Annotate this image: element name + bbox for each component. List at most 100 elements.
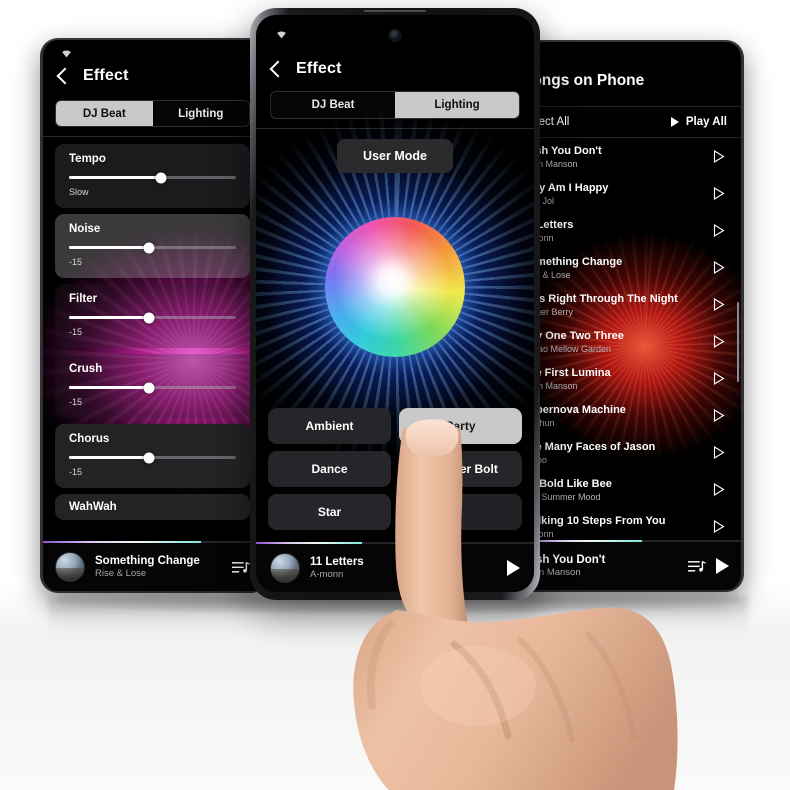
left-app-header: Effect <box>43 56 262 96</box>
song-title: Kiss Right Through The Night <box>522 292 678 305</box>
effect-value: Slow <box>69 187 89 197</box>
tab-lighting[interactable]: Lighting <box>153 101 250 126</box>
effect-label: Noise <box>69 223 101 235</box>
right-player-bar: Wish You Don't Ryan Manson <box>516 540 741 590</box>
tendon-shade <box>517 637 575 743</box>
effect-slider[interactable] <box>69 312 236 323</box>
page-title: Effect <box>296 60 342 77</box>
play-icon[interactable] <box>713 335 725 348</box>
wifi-icon <box>62 50 71 58</box>
now-playing-title: Wish You Don't <box>522 554 606 566</box>
playback-progress[interactable] <box>43 541 262 543</box>
play-icon[interactable] <box>716 558 729 574</box>
effect-value: -15 <box>69 467 83 477</box>
now-playing-title: 11 Letters <box>310 556 364 568</box>
earpiece-speaker <box>364 10 426 12</box>
center-tab-group: DJ Beat Lighting <box>270 91 520 119</box>
list-item[interactable]: 11 Letters A-monn <box>516 212 741 249</box>
mode-button-empty[interactable] <box>399 494 522 530</box>
effect-value: -15 <box>69 327 83 337</box>
left-phone-device: Effect DJ Beat Lighting Tempo Slow Noise <box>40 38 262 593</box>
play-icon[interactable] <box>507 560 520 576</box>
play-icon[interactable] <box>713 446 725 459</box>
play-icon[interactable] <box>713 187 725 200</box>
lighting-mode-grid: Ambient Party Dance Thunder Bolt Star <box>268 408 522 530</box>
queue-music-icon[interactable] <box>688 559 706 574</box>
effect-card-noise[interactable]: Noise -15 <box>55 214 250 278</box>
left-player-bar: Something Change Rise & Lose <box>43 541 262 591</box>
effect-slider[interactable] <box>69 452 236 463</box>
list-item[interactable]: Something Change Rise & Lose <box>516 249 741 286</box>
list-item[interactable]: Be Bold Like Bee Last Summer Mood <box>516 471 741 508</box>
mode-button-thunder-bolt[interactable]: Thunder Bolt <box>399 451 522 487</box>
song-title: The Many Faces of Jason <box>522 440 656 453</box>
list-item[interactable]: Wish You Don't Ryan Manson <box>516 138 741 175</box>
play-all-label: Play All <box>685 116 727 128</box>
mode-button-star[interactable]: Star <box>268 494 391 530</box>
mode-button-party[interactable]: Party <box>399 408 522 444</box>
back-chevron-icon[interactable] <box>56 67 74 85</box>
right-phone-device: Songs on Phone Select All Play All Wish … <box>516 40 744 592</box>
hand-highlight <box>420 646 536 726</box>
song-artist: Y.Moo <box>522 455 655 465</box>
effect-card-tempo[interactable]: Tempo Slow <box>55 144 250 208</box>
queue-music-icon[interactable] <box>232 560 250 575</box>
header-divider <box>43 136 262 137</box>
play-all-button[interactable]: Play All <box>670 116 727 128</box>
list-item[interactable]: Why Am I Happy Kirin Jol <box>516 175 741 212</box>
list-item[interactable]: Walking 10 Steps From You A-monn <box>516 508 741 545</box>
list-item[interactable]: Supernova Machine Monhun <box>516 397 741 434</box>
right-phone-screen: Songs on Phone Select All Play All Wish … <box>516 42 741 590</box>
tab-lighting[interactable]: Lighting <box>395 92 519 118</box>
play-icon[interactable] <box>713 520 725 533</box>
front-camera-icon <box>388 29 402 42</box>
play-icon[interactable] <box>713 372 725 385</box>
now-playing-artist: Ryan Manson <box>522 567 581 578</box>
effect-card-wahwah[interactable]: WahWah <box>55 494 250 520</box>
song-list: Wish You Don't Ryan Manson Why Am I Happ… <box>516 138 741 545</box>
play-icon[interactable] <box>713 261 725 274</box>
wifi-icon <box>277 31 286 39</box>
songs-toolbar: Select All Play All <box>516 106 741 138</box>
song-title: Walking 10 Steps From You <box>522 514 666 527</box>
center-phone-screen: Effect DJ Beat Lighting User Mode Ambien… <box>256 15 534 592</box>
tab-dj-beat[interactable]: DJ Beat <box>271 92 395 118</box>
playback-progress[interactable] <box>256 542 534 544</box>
color-wheel-picker[interactable] <box>325 217 465 357</box>
play-icon[interactable] <box>713 409 725 422</box>
list-item[interactable]: Kiss Right Through The Night Ginger Berr… <box>516 286 741 323</box>
now-playing-artist: A-monn <box>310 569 344 580</box>
back-chevron-icon[interactable] <box>269 60 287 78</box>
list-item[interactable]: The Many Faces of Jason Y.Moo <box>516 434 741 471</box>
center-player-bar: 11 Letters A-monn <box>256 542 534 592</box>
play-outline-icon <box>670 117 679 127</box>
list-item[interactable]: Day One Two Three Cacao Mellow Garden <box>516 323 741 360</box>
scrollbar-thumb[interactable] <box>737 302 739 382</box>
mode-button-dance[interactable]: Dance <box>268 451 391 487</box>
effect-card-crush[interactable]: Crush -15 <box>55 354 250 418</box>
effect-label: Chorus <box>69 433 110 445</box>
play-icon[interactable] <box>713 224 725 237</box>
tendon-shade <box>585 631 637 741</box>
effect-slider-list: Tempo Slow Noise -15 Filter -15 Crush -1… <box>43 144 262 591</box>
page-title: Effect <box>83 67 129 84</box>
now-playing-artist: Rise & Lose <box>95 568 147 579</box>
song-artist: Ginger Berry <box>522 306 574 317</box>
play-icon[interactable] <box>713 298 725 311</box>
play-icon[interactable] <box>713 150 725 163</box>
mode-button-ambient[interactable]: Ambient <box>268 408 391 444</box>
product-scene: Effect DJ Beat Lighting Tempo Slow Noise <box>0 0 790 790</box>
left-tab-group: DJ Beat Lighting <box>55 100 250 127</box>
effect-slider[interactable] <box>69 172 236 183</box>
effect-slider[interactable] <box>69 382 236 393</box>
tab-dj-beat[interactable]: DJ Beat <box>56 101 153 126</box>
effect-label: WahWah <box>69 501 117 513</box>
effect-value: -15 <box>69 397 83 407</box>
user-mode-button[interactable]: User Mode <box>337 139 453 173</box>
effect-card-chorus[interactable]: Chorus -15 <box>55 424 250 488</box>
avatar <box>55 552 85 582</box>
effect-card-filter[interactable]: Filter -15 <box>55 284 250 348</box>
list-item[interactable]: The First Lumina Ryan Manson <box>516 360 741 397</box>
effect-slider[interactable] <box>69 242 236 253</box>
play-icon[interactable] <box>713 483 725 496</box>
